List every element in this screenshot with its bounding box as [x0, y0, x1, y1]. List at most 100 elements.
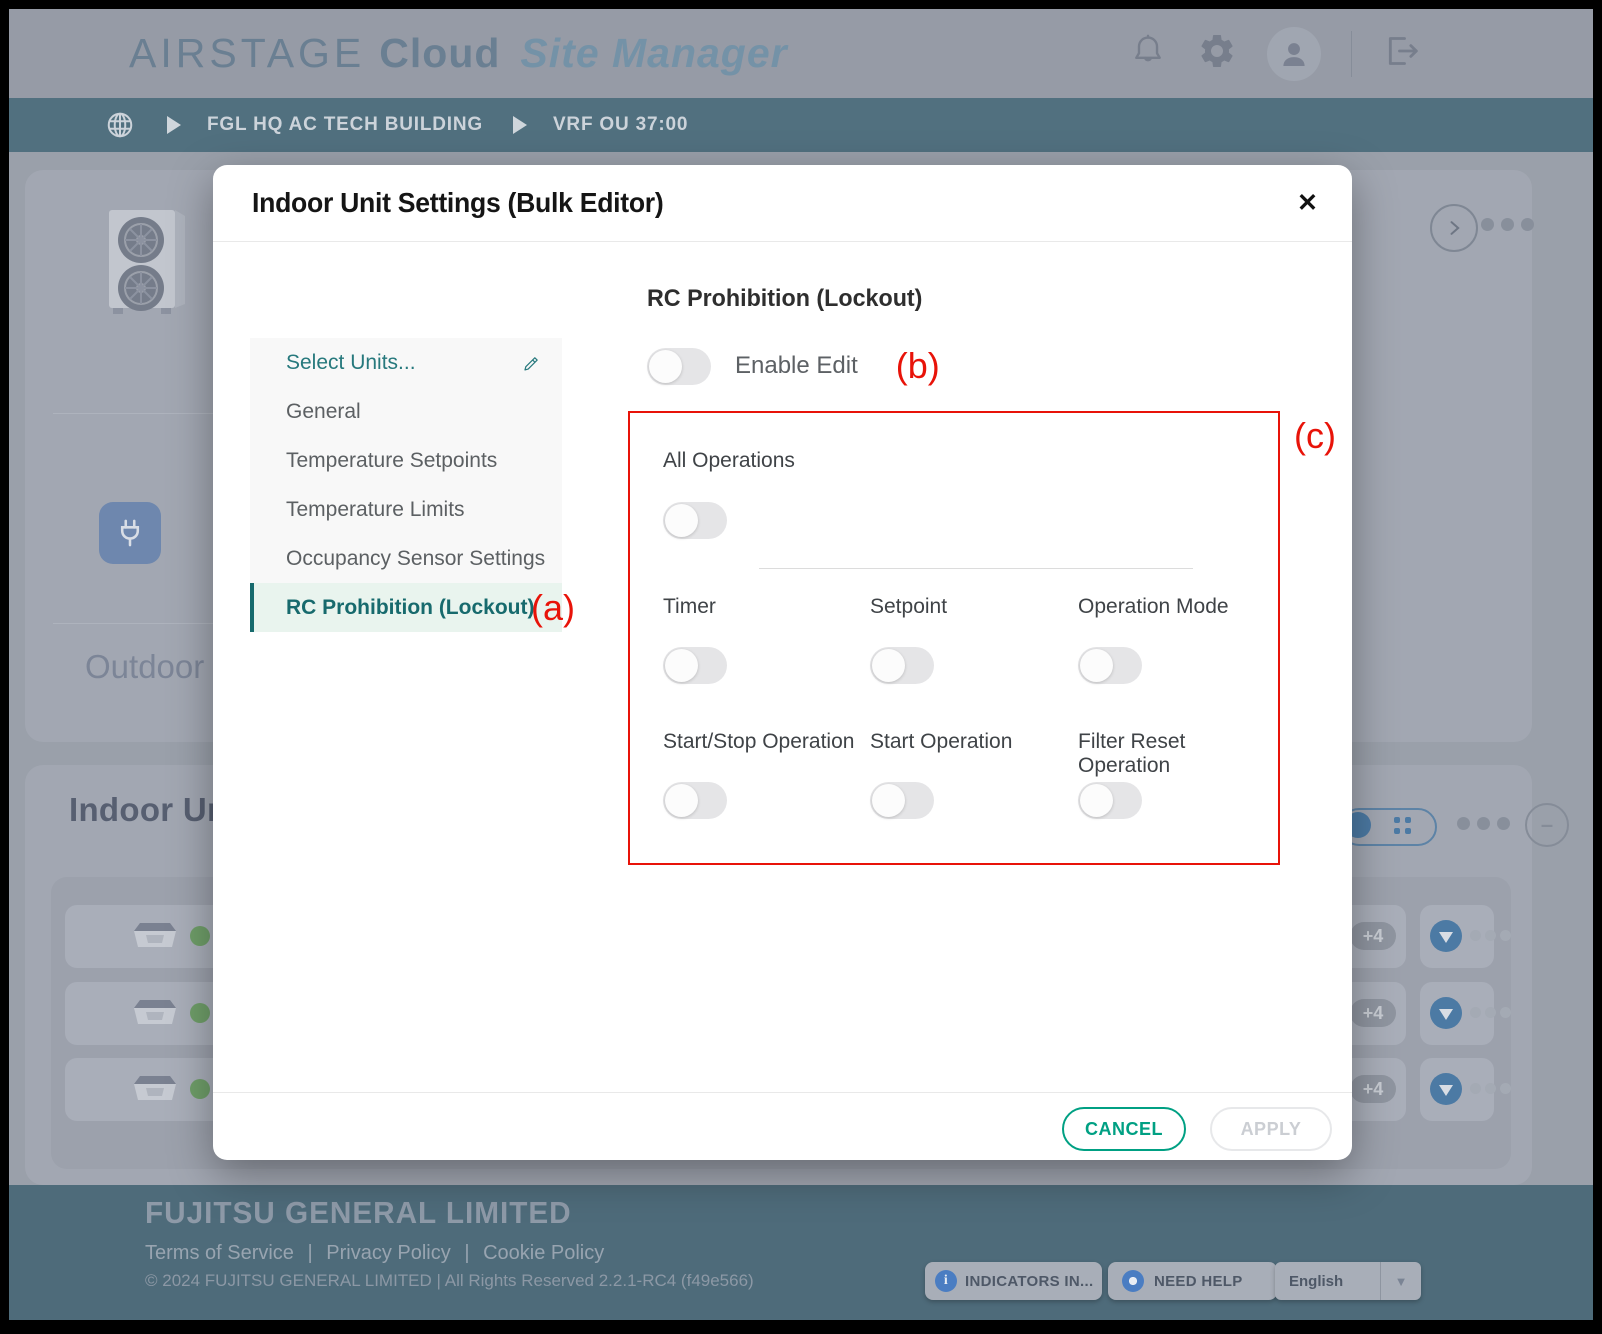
menu-item-temperature-setpoints[interactable]: Temperature Setpoints: [250, 436, 562, 485]
setpoint-toggle[interactable]: [870, 647, 934, 684]
chevron-down-icon: [1439, 1085, 1453, 1096]
cookie-policy-link[interactable]: Cookie Policy: [483, 1242, 604, 1264]
row-more-options-icon[interactable]: [1470, 1007, 1511, 1018]
all-operations-label: All Operations: [663, 449, 795, 473]
more-units-badge[interactable]: +4: [1350, 1075, 1396, 1103]
menu-item-rc-prohibition[interactable]: RC Prohibition (Lockout): [250, 583, 562, 632]
logo-cloud: Cloud: [379, 30, 500, 77]
breadcrumb-unit[interactable]: VRF OU 37:00: [553, 114, 688, 136]
breadcrumb-arrow-icon: [513, 116, 527, 134]
footer-copyright: © 2024 FUJITSU GENERAL LIMITED | All Rig…: [145, 1271, 754, 1291]
app-screen: AIRSTAGE Cloud Site Manager: [9, 9, 1593, 1320]
more-units-badge[interactable]: +4: [1350, 999, 1396, 1027]
all-operations-toggle[interactable]: [663, 502, 727, 539]
menu-item-select-units[interactable]: Select Units...: [250, 338, 562, 387]
setpoint-label: Setpoint: [870, 595, 947, 619]
indoor-unit-row-controls: [1420, 1058, 1494, 1121]
more-options-icon[interactable]: [1457, 817, 1510, 830]
annotation-a: (a): [531, 587, 575, 629]
menu-item-label: General: [286, 400, 361, 424]
help-lifebuoy-icon: [1122, 1270, 1144, 1292]
status-dot: [190, 926, 210, 946]
expand-row-button[interactable]: [1430, 997, 1462, 1029]
filter-reset-operation-label: Filter Reset Operation: [1078, 730, 1278, 778]
menu-item-general[interactable]: General: [250, 387, 562, 436]
help-button-label: NEED HELP: [1154, 1273, 1243, 1290]
more-units-badge[interactable]: +4: [1350, 922, 1396, 950]
cassette-unit-icon: [131, 994, 179, 1039]
expand-row-button[interactable]: [1430, 1073, 1462, 1105]
operation-mode-label: Operation Mode: [1078, 595, 1229, 619]
settings-gear-icon[interactable]: [1197, 31, 1237, 76]
footer-brand: FUJITSU GENERAL LIMITED: [145, 1195, 572, 1231]
menu-item-label: RC Prohibition (Lockout): [286, 596, 534, 620]
close-icon[interactable]: ✕: [1297, 191, 1318, 216]
more-options-icon[interactable]: [1481, 218, 1534, 231]
expand-row-button[interactable]: [1430, 920, 1462, 952]
operations-divider: [759, 568, 1193, 569]
chevron-right-icon: [1444, 218, 1464, 238]
power-plug-tile[interactable]: [99, 502, 161, 564]
edit-pencil-icon[interactable]: [523, 354, 540, 378]
timer-label: Timer: [663, 595, 716, 619]
logo-product: Site Manager: [520, 30, 787, 77]
indicators-info-button[interactable]: i INDICATORS IN...: [925, 1262, 1102, 1300]
start-operation-toggle[interactable]: [870, 782, 934, 819]
start-operation-label: Start Operation: [870, 730, 1012, 754]
enable-edit-label: Enable Edit: [735, 352, 858, 380]
filter-reset-operation-toggle[interactable]: [1078, 782, 1142, 819]
collapse-section-button[interactable]: –: [1525, 803, 1569, 847]
breadcrumb: FGL HQ AC TECH BUILDING VRF OU 37:00: [9, 98, 1593, 152]
modal-footer-divider: [213, 1092, 1352, 1093]
top-header-bar: AIRSTAGE Cloud Site Manager: [9, 9, 1593, 98]
link-separator: |: [308, 1242, 313, 1264]
menu-item-temperature-limits[interactable]: Temperature Limits: [250, 485, 562, 534]
grid-view-icon: [1394, 817, 1411, 834]
notifications-bell-icon[interactable]: [1129, 32, 1167, 75]
cassette-unit-icon: [131, 1070, 179, 1115]
row-more-options-icon[interactable]: [1470, 930, 1511, 941]
apply-button[interactable]: APPLY: [1210, 1107, 1332, 1151]
language-selected-value: English: [1275, 1273, 1380, 1290]
view-toggle[interactable]: [1340, 808, 1437, 846]
menu-item-label: Select Units...: [286, 351, 416, 375]
terms-of-service-link[interactable]: Terms of Service: [145, 1242, 294, 1264]
modal-title: Indoor Unit Settings (Bulk Editor): [252, 187, 663, 219]
app-logo: AIRSTAGE Cloud Site Manager: [129, 9, 788, 98]
menu-item-label: Temperature Limits: [286, 498, 465, 522]
annotation-b: (b): [896, 345, 940, 387]
chevron-down-icon: [1439, 932, 1453, 943]
cassette-unit-icon: [131, 917, 179, 962]
logout-icon[interactable]: [1382, 31, 1422, 76]
cancel-button[interactable]: CANCEL: [1062, 1107, 1186, 1151]
start-stop-operation-toggle[interactable]: [663, 782, 727, 819]
section-heading: RC Prohibition (Lockout): [647, 285, 922, 313]
info-icon: i: [935, 1270, 957, 1292]
user-avatar[interactable]: [1267, 27, 1321, 81]
privacy-policy-link[interactable]: Privacy Policy: [326, 1242, 450, 1264]
operations-annotation-box: All Operations Timer Setpoint Operation …: [628, 411, 1280, 865]
breadcrumb-arrow-icon: [167, 116, 181, 134]
enable-edit-toggle[interactable]: [647, 348, 711, 385]
chevron-down-icon: ▼: [1381, 1274, 1421, 1289]
menu-item-label: Occupancy Sensor Settings: [286, 547, 545, 571]
chevron-down-icon: [1439, 1009, 1453, 1020]
indoor-unit-row-controls: [1420, 905, 1494, 968]
settings-menu: Select Units... General Temperature Setp…: [250, 338, 562, 632]
header-divider: [1351, 31, 1352, 77]
breadcrumb-site[interactable]: FGL HQ AC TECH BUILDING: [207, 114, 483, 136]
operation-mode-toggle[interactable]: [1078, 647, 1142, 684]
annotation-c: (c): [1294, 415, 1336, 457]
globe-icon[interactable]: [105, 110, 135, 140]
row-more-options-icon[interactable]: [1470, 1083, 1511, 1094]
expand-chevron-button[interactable]: [1430, 204, 1478, 252]
page-footer: FUJITSU GENERAL LIMITED Terms of Service…: [9, 1185, 1593, 1320]
language-select[interactable]: English ▼: [1275, 1262, 1421, 1300]
indoor-unit-row-controls: [1420, 982, 1494, 1045]
timer-toggle[interactable]: [663, 647, 727, 684]
menu-item-occupancy-sensor-settings[interactable]: Occupancy Sensor Settings: [250, 534, 562, 583]
need-help-button[interactable]: NEED HELP: [1108, 1262, 1277, 1300]
logo-airstage: AIRSTAGE: [129, 30, 365, 77]
indoor-unit-settings-modal: Indoor Unit Settings (Bulk Editor) ✕ Sel…: [213, 165, 1352, 1160]
modal-header-divider: [213, 241, 1352, 242]
